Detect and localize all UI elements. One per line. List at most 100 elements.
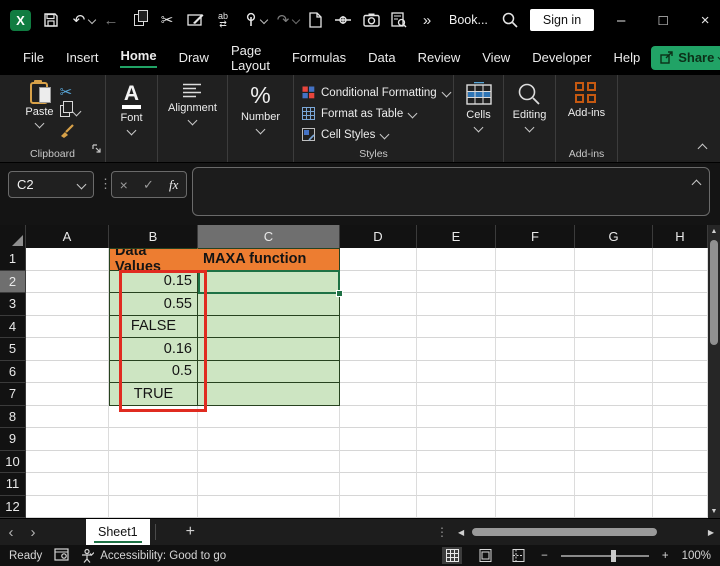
select-all-corner[interactable] bbox=[0, 225, 26, 248]
zoom-level[interactable]: 100% bbox=[682, 550, 711, 562]
tab-home[interactable]: Home bbox=[109, 40, 167, 75]
cell-D5[interactable] bbox=[340, 338, 417, 361]
collapse-ribbon-chevron-icon[interactable] bbox=[697, 143, 708, 154]
cell-C9[interactable] bbox=[198, 428, 340, 451]
cell-G10[interactable] bbox=[575, 450, 653, 473]
conditional-formatting-button[interactable]: Conditional Formatting bbox=[294, 82, 453, 103]
cell-H7[interactable] bbox=[653, 383, 708, 406]
add-sheet-button[interactable]: + bbox=[186, 523, 195, 541]
collapse-formula-bar-chevron-icon[interactable] bbox=[691, 179, 702, 190]
cell-B10[interactable] bbox=[109, 450, 198, 473]
cell-G4[interactable] bbox=[575, 315, 653, 338]
horizontal-scrollbar-track[interactable] bbox=[468, 527, 704, 537]
cell-B8[interactable] bbox=[109, 405, 198, 428]
cells-button[interactable]: Cells bbox=[465, 82, 492, 133]
font-button[interactable]: A Font bbox=[120, 82, 143, 136]
cell-B12[interactable] bbox=[109, 495, 198, 518]
zoom-slider-thumb[interactable] bbox=[610, 549, 616, 562]
cell-G6[interactable] bbox=[575, 360, 653, 383]
cell-G5[interactable] bbox=[575, 338, 653, 361]
cell-E12[interactable] bbox=[417, 495, 496, 518]
zoom-out-button[interactable]: − bbox=[541, 550, 548, 562]
cell-B9[interactable] bbox=[109, 428, 198, 451]
cell-E4[interactable] bbox=[417, 315, 496, 338]
formula-input[interactable] bbox=[192, 167, 710, 216]
row-header-3[interactable]: 3 bbox=[0, 293, 26, 316]
alignment-button[interactable]: Alignment bbox=[168, 82, 217, 126]
cell-G9[interactable] bbox=[575, 428, 653, 451]
cell-A10[interactable] bbox=[26, 450, 109, 473]
cell-A8[interactable] bbox=[26, 405, 109, 428]
cell-C11[interactable] bbox=[198, 473, 340, 496]
column-header-E[interactable]: E bbox=[417, 225, 496, 248]
cell-E1[interactable] bbox=[417, 248, 496, 271]
editing-button[interactable]: Editing bbox=[513, 82, 546, 133]
cell-H4[interactable] bbox=[653, 315, 708, 338]
row-header-9[interactable]: 9 bbox=[0, 428, 26, 451]
cell-E10[interactable] bbox=[417, 450, 496, 473]
tab-file[interactable]: File bbox=[12, 40, 55, 75]
cell-E8[interactable] bbox=[417, 405, 496, 428]
row-header-6[interactable]: 6 bbox=[0, 360, 26, 383]
cell-F10[interactable] bbox=[496, 450, 575, 473]
column-header-A[interactable]: A bbox=[26, 225, 109, 248]
row-header-4[interactable]: 4 bbox=[0, 315, 26, 338]
row-header-10[interactable]: 10 bbox=[0, 450, 26, 473]
cell-G7[interactable] bbox=[575, 383, 653, 406]
cell-A9[interactable] bbox=[26, 428, 109, 451]
excel-logo-icon[interactable]: X bbox=[10, 9, 31, 31]
cell-B3[interactable]: 0.55 bbox=[109, 293, 198, 316]
cell-F11[interactable] bbox=[496, 473, 575, 496]
cell-A2[interactable] bbox=[26, 270, 109, 293]
cell-G12[interactable] bbox=[575, 495, 653, 518]
cell-C6[interactable] bbox=[198, 360, 340, 383]
row-header-8[interactable]: 8 bbox=[0, 405, 26, 428]
cell-D6[interactable] bbox=[340, 360, 417, 383]
cell-E7[interactable] bbox=[417, 383, 496, 406]
previous-sheet-button[interactable]: ‹ bbox=[0, 524, 22, 541]
number-button[interactable]: % Number bbox=[241, 82, 280, 135]
cell-B4[interactable]: FALSE bbox=[109, 315, 198, 338]
cell-A6[interactable] bbox=[26, 360, 109, 383]
row-header-2[interactable]: 2 bbox=[0, 270, 26, 293]
cell-G11[interactable] bbox=[575, 473, 653, 496]
cell-D11[interactable] bbox=[340, 473, 417, 496]
cell-B6[interactable]: 0.5 bbox=[109, 360, 198, 383]
column-header-H[interactable]: H bbox=[653, 225, 708, 248]
enter-button[interactable]: ✓ bbox=[143, 177, 154, 193]
insert-function-button[interactable]: fx bbox=[169, 177, 178, 193]
cell-H10[interactable] bbox=[653, 450, 708, 473]
cell-D8[interactable] bbox=[340, 405, 417, 428]
cell-F8[interactable] bbox=[496, 405, 575, 428]
tab-view[interactable]: View bbox=[471, 40, 521, 75]
cell-D3[interactable] bbox=[340, 293, 417, 316]
format-painter-button[interactable] bbox=[60, 122, 80, 138]
lookup-sheet-button[interactable] bbox=[385, 7, 413, 33]
new-file-button[interactable] bbox=[301, 7, 329, 33]
cell-C4[interactable] bbox=[198, 315, 340, 338]
scroll-up-arrow-icon[interactable]: ▲ bbox=[708, 228, 720, 235]
cell-H9[interactable] bbox=[653, 428, 708, 451]
cell-F6[interactable] bbox=[496, 360, 575, 383]
column-header-B[interactable]: B bbox=[109, 225, 198, 248]
cell-G1[interactable] bbox=[575, 248, 653, 271]
cell-E6[interactable] bbox=[417, 360, 496, 383]
cut-button[interactable]: ✂ bbox=[153, 7, 181, 33]
fill-handle[interactable] bbox=[336, 290, 343, 297]
tab-formulas[interactable]: Formulas bbox=[281, 40, 357, 75]
cell-B1[interactable]: Data Values bbox=[109, 248, 198, 271]
addins-button[interactable]: Add-ins bbox=[568, 82, 605, 119]
tab-data[interactable]: Data bbox=[357, 40, 406, 75]
row-header-7[interactable]: 7 bbox=[0, 383, 26, 406]
cell-H5[interactable] bbox=[653, 338, 708, 361]
tab-page-layout[interactable]: Page Layout bbox=[220, 40, 281, 75]
cell-A4[interactable] bbox=[26, 315, 109, 338]
macro-record-button[interactable] bbox=[54, 547, 69, 564]
cell-D7[interactable] bbox=[340, 383, 417, 406]
tab-draw[interactable]: Draw bbox=[168, 40, 220, 75]
cell-F9[interactable] bbox=[496, 428, 575, 451]
accessibility-status[interactable]: Accessibility: Good to go bbox=[81, 548, 226, 563]
toolbar-overflow-button[interactable]: » bbox=[413, 7, 441, 33]
cell-F12[interactable] bbox=[496, 495, 575, 518]
copy-button[interactable] bbox=[125, 7, 153, 33]
